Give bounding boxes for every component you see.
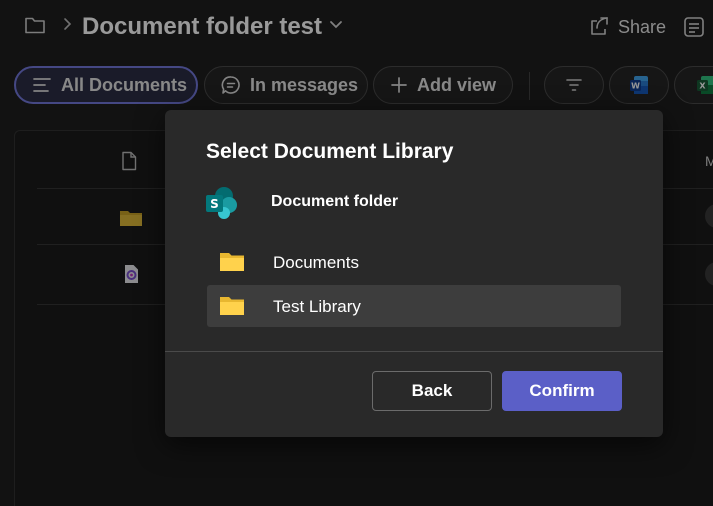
library-item-documents[interactable]: Documents — [207, 241, 621, 283]
sharepoint-icon: S — [206, 187, 237, 219]
dialog-divider — [165, 351, 663, 352]
folder-icon — [220, 297, 244, 315]
svg-text:S: S — [210, 197, 219, 211]
back-button[interactable]: Back — [372, 371, 492, 411]
library-label: Test Library — [273, 297, 361, 316]
site-row: S Document folder — [205, 186, 625, 220]
library-item-test-library[interactable]: Test Library — [207, 285, 621, 327]
library-label: Documents — [273, 253, 359, 272]
site-name: Document folder — [271, 193, 399, 210]
dialog-title: Select Document Library — [206, 140, 454, 163]
folder-icon — [220, 253, 244, 271]
select-library-dialog: Select Document Library S Document folde… — [165, 110, 663, 437]
confirm-button[interactable]: Confirm — [502, 371, 622, 411]
